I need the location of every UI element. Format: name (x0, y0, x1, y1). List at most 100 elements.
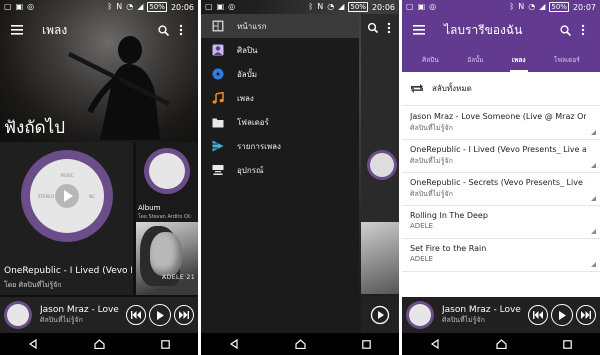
drawer-item-folders[interactable]: โฟลเดอร์ (201, 110, 359, 134)
album-card[interactable]: Album โดย Stevan Ardito Oli (136, 142, 198, 222)
drawer-item-playlists[interactable]: รายการเพลง (201, 134, 359, 158)
drawer-item-songs[interactable]: เพลง (201, 86, 359, 110)
sim-icon: ▢ (406, 2, 414, 11)
status-bar: ▢ ▣ ◎ ᛒ N ◔ ◢ 50% 20:07 (402, 0, 600, 14)
playlist-icon (211, 139, 225, 153)
page-title: ไลบรารีของฉัน (444, 22, 523, 37)
search-icon[interactable] (556, 21, 574, 39)
next-up-card[interactable]: MUSIC STEREO NC OneRepublic - I Lived (V… (0, 142, 133, 295)
drawer-item-artists[interactable]: ศิลปิน (201, 38, 359, 62)
nfc-icon: N (317, 2, 324, 11)
more-options-icon[interactable] (591, 196, 596, 201)
more-options-icon[interactable] (591, 262, 596, 267)
play-icon[interactable] (55, 184, 79, 208)
nfc-icon: N (116, 2, 123, 11)
drawer-item-devices[interactable]: อุปกรณ์ (201, 158, 359, 182)
hamburger-menu-icon[interactable] (8, 21, 26, 39)
signal-icon: ◢ (539, 2, 546, 11)
back-icon[interactable] (223, 333, 245, 355)
song-row[interactable]: OneRepublic - Secrets (Vevo Presents_ Li… (402, 173, 600, 206)
album-art-face (150, 232, 182, 276)
mini-player-artwork (406, 301, 434, 329)
home-nav-icon[interactable] (88, 333, 110, 355)
more-options-icon[interactable] (591, 163, 596, 168)
recents-icon[interactable] (154, 333, 176, 355)
song-row[interactable]: Rolling In The Deep ADELE (402, 206, 600, 239)
underlying-disc-artwork (367, 150, 397, 180)
overflow-menu-icon[interactable] (172, 21, 190, 39)
previous-icon[interactable] (126, 305, 146, 325)
album-icon (211, 67, 225, 81)
drawer-item-label: โฟลเดอร์ (237, 117, 269, 127)
drawer-item-home[interactable]: หน้าแรก (201, 14, 359, 38)
drawer-item-label: เพลง (237, 93, 254, 103)
app-bar: ไลบรารีของฉัน (402, 16, 600, 44)
more-options-icon[interactable] (591, 229, 596, 234)
mini-player[interactable]: Jason Mraz - Love ศิลปินที่ไม่รู้จัก (0, 297, 198, 333)
tab-artists[interactable]: ศิลปิน (422, 48, 439, 72)
recents-icon[interactable] (355, 333, 377, 355)
clock: 20:06 (371, 2, 395, 12)
drawer-item-albums[interactable]: อัลบั้ม (201, 62, 359, 86)
song-row[interactable]: OneRepublic - I Lived (Vevo Presents_ Li… (402, 140, 600, 173)
song-row[interactable]: Jason Mraz - Love Someone (Live @ Mraz O… (402, 107, 600, 140)
previous-icon[interactable] (528, 305, 548, 325)
clock: 20:06 (170, 2, 194, 12)
library-songs-screen: ▢ ▣ ◎ ᛒ N ◔ ◢ 50% 20:07 ไลบรารีของฉัน ศิ… (402, 0, 600, 355)
drawer-item-label: อุปกรณ์ (237, 165, 264, 175)
navigation-drawer-screen: ▢ ▣ ◎ ᛒ N ◔ ◢ 50% 20:06 หน้าแรก ศิลปิน อ… (201, 0, 399, 355)
bluetooth-icon: ᛒ (308, 2, 314, 11)
battery-indicator: 50% (147, 2, 167, 12)
next-icon[interactable] (576, 305, 596, 325)
tab-folders[interactable]: โฟลเดอร์ (554, 48, 580, 72)
song-title: Rolling In The Deep (410, 211, 488, 220)
shuffle-all-button[interactable]: สลับทั้งหมด (402, 72, 600, 106)
search-icon[interactable] (154, 21, 172, 39)
hamburger-menu-icon[interactable] (410, 21, 428, 39)
home-icon (211, 19, 225, 33)
back-icon[interactable] (22, 333, 44, 355)
play-icon[interactable] (149, 304, 171, 326)
devices-icon (211, 163, 225, 177)
home-nav-icon[interactable] (289, 333, 311, 355)
wifi-icon: ◔ (327, 2, 335, 11)
sim-icon: ▢ (205, 2, 213, 11)
overflow-menu-icon[interactable] (574, 21, 592, 39)
underlying-mini-controls (361, 297, 399, 333)
home-nav-icon[interactable] (490, 333, 512, 355)
mini-player[interactable]: Jason Mraz - Love ศิลปินที่ไม่รู้จัก (402, 297, 600, 333)
mini-player-title: Jason Mraz - Love (40, 304, 119, 315)
song-artist: ADELE (410, 255, 433, 263)
card-subtitle: โดย ศิลปินที่ไม่รู้จัก (4, 281, 62, 289)
signal-icon: ◢ (137, 2, 144, 11)
song-row[interactable]: Set Fire to the Rain ADELE (402, 239, 600, 272)
recents-icon[interactable] (556, 333, 578, 355)
navigation-drawer: หน้าแรก ศิลปิน อัลบั้ม เพลง โฟลเดอร์ ราย… (201, 14, 359, 333)
more-options-icon[interactable] (591, 130, 596, 135)
android-icon: ◎ (228, 2, 236, 11)
tab-albums[interactable]: อัลบั้ม (467, 48, 483, 72)
play-icon[interactable] (551, 304, 573, 326)
disc-label-top: MUSIC (60, 173, 74, 178)
artist-icon (211, 43, 225, 57)
system-nav-bar (0, 333, 198, 355)
battery-indicator: 50% (348, 2, 368, 12)
mini-player-artwork (4, 301, 32, 329)
image-icon: ▣ (15, 2, 24, 11)
app-bar: เพลง (0, 16, 198, 44)
next-icon[interactable] (174, 305, 194, 325)
disc-artwork: MUSIC STEREO NC (21, 150, 113, 242)
nfc-icon: N (518, 2, 525, 11)
song-artist: ADELE (410, 222, 433, 230)
status-bar: ▢ ▣ ◎ ᛒ N ◔ ◢ 50% 20:06 (0, 0, 198, 14)
drawer-item-label: อัลบั้ม (237, 69, 258, 79)
shuffle-all-label: สลับทั้งหมด (432, 84, 472, 93)
system-nav-bar (402, 333, 600, 355)
song-title: OneRepublic - Secrets (Vevo Presents_ Li… (410, 178, 586, 187)
music-home-screen: ▢ ▣ ◎ ᛒ N ◔ ◢ 50% 20:06 เพลง ฟังถัดไป MU… (0, 0, 198, 355)
tab-songs[interactable]: เพลง (509, 48, 528, 72)
library-tabs: ศิลปิน อัลบั้ม เพลง โฟลเดอร์ (402, 48, 600, 72)
adele-album-card[interactable]: ADELE 21 (136, 222, 198, 295)
back-icon[interactable] (424, 333, 446, 355)
drawer-item-label: ศิลปิน (237, 45, 258, 55)
